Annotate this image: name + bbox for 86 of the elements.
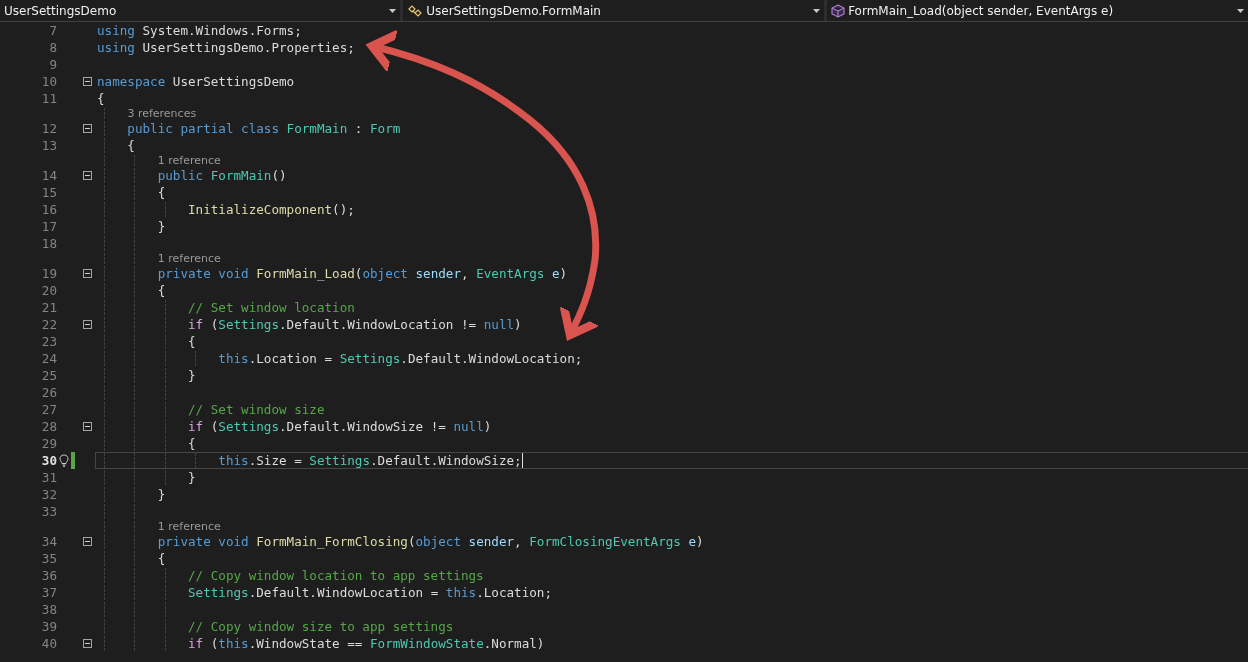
collapse-icon[interactable] bbox=[83, 77, 92, 86]
line-number: 17 bbox=[40, 219, 57, 234]
line-number: 16 bbox=[40, 202, 57, 217]
code-line: if (Settings.Default.WindowSize != null) bbox=[187, 419, 492, 434]
line-number: 30 bbox=[40, 453, 57, 468]
collapse-icon[interactable] bbox=[83, 124, 92, 133]
line-number: 25 bbox=[40, 368, 57, 383]
code-line: } bbox=[156, 487, 166, 502]
line-number: 27 bbox=[40, 402, 57, 417]
line-number: 14 bbox=[40, 168, 57, 183]
line-number: 39 bbox=[40, 619, 57, 634]
line-number: 37 bbox=[40, 585, 57, 600]
collapse-icon[interactable] bbox=[83, 171, 92, 180]
code-line: this.Location = Settings.Default.WindowLocation; bbox=[217, 351, 583, 366]
code-line: { bbox=[97, 91, 105, 106]
code-line: // Copy window size to app settings bbox=[187, 619, 454, 634]
code-line: using System.Windows.Forms; bbox=[97, 23, 302, 38]
line-number: 29 bbox=[40, 436, 57, 451]
code-line: } bbox=[156, 219, 166, 234]
code-line: namespace UserSettingsDemo bbox=[97, 74, 295, 89]
line-number: 22 bbox=[40, 317, 57, 332]
code-line: // Set window location bbox=[187, 300, 355, 315]
code-lens-references[interactable]: 1 reference bbox=[157, 520, 221, 533]
line-number: 28 bbox=[40, 419, 57, 434]
line-number: 12 bbox=[40, 121, 57, 136]
code-line: using UserSettingsDemo.Properties; bbox=[97, 40, 355, 55]
code-line: public FormMain() bbox=[156, 168, 287, 183]
line-number: 9 bbox=[48, 57, 57, 72]
line-number: 40 bbox=[40, 636, 57, 651]
line-number: 18 bbox=[40, 236, 57, 251]
line-number: 21 bbox=[40, 300, 57, 315]
code-line: } bbox=[187, 470, 196, 485]
collapse-icon[interactable] bbox=[83, 422, 92, 431]
line-number: 20 bbox=[40, 283, 57, 298]
dropdown-caret-icon bbox=[813, 8, 821, 13]
code-line: private void FormMain_Load(object sender, EventArgs e) bbox=[156, 266, 568, 281]
line-number: 8 bbox=[48, 40, 57, 55]
navigation-dropdown[interactable]: UserSettingsDemo bbox=[0, 0, 401, 21]
collapse-icon[interactable] bbox=[83, 639, 92, 648]
cube-icon bbox=[831, 3, 846, 18]
code-line: this.Size = Settings.Default.WindowSize; bbox=[217, 453, 522, 468]
navigation-dropdown[interactable]: UserSettingsDemo.FormMain bbox=[403, 0, 825, 21]
line-number: 38 bbox=[40, 602, 57, 617]
code-line: { bbox=[156, 551, 166, 566]
navigation-dropdown[interactable]: FormMain_Load(object sender, EventArgs e) bbox=[827, 0, 1248, 21]
code-line: Settings.Default.WindowLocation = this.Location; bbox=[187, 585, 552, 600]
line-number: 11 bbox=[40, 91, 57, 106]
code-line: { bbox=[126, 138, 135, 153]
collapse-icon[interactable] bbox=[83, 269, 92, 278]
code-line: { bbox=[156, 185, 166, 200]
text-caret bbox=[521, 453, 523, 468]
line-number: 23 bbox=[40, 334, 57, 349]
line-number: 13 bbox=[40, 138, 57, 153]
line-number: 36 bbox=[40, 568, 57, 583]
lightbulb-icon[interactable] bbox=[59, 454, 69, 467]
line-number: 34 bbox=[40, 534, 57, 549]
line-number: 31 bbox=[40, 470, 57, 485]
line-number: 26 bbox=[40, 385, 57, 400]
class-icon bbox=[407, 3, 424, 18]
code-line: { bbox=[187, 334, 196, 349]
code-line: if (Settings.Default.WindowLocation != null) bbox=[187, 317, 522, 332]
code-line: if (this.WindowState == FormWindowState.Normal) bbox=[187, 636, 545, 651]
code-line: InitializeComponent(); bbox=[187, 202, 355, 217]
line-number: 15 bbox=[40, 185, 57, 200]
line-number: 7 bbox=[48, 23, 57, 38]
collapse-icon[interactable] bbox=[83, 320, 92, 329]
code-line: // Copy window location to app settings bbox=[187, 568, 484, 583]
collapse-icon[interactable] bbox=[83, 537, 92, 546]
line-number: 35 bbox=[40, 551, 57, 566]
change-marker bbox=[71, 452, 75, 469]
code-line: { bbox=[156, 283, 166, 298]
line-number: 19 bbox=[40, 266, 57, 281]
line-number: 32 bbox=[40, 487, 57, 502]
line-number: 10 bbox=[40, 74, 57, 89]
code-line: public partial class FormMain : Form bbox=[126, 121, 401, 136]
code-lens-references[interactable]: 1 reference bbox=[157, 252, 221, 265]
line-number: 33 bbox=[40, 504, 57, 519]
code-lens-references[interactable]: 1 reference bbox=[157, 154, 221, 167]
code-line: private void FormMain_FormClosing(object sender, FormClosingEventArgs e) bbox=[156, 534, 704, 549]
code-lens-references[interactable]: 3 references bbox=[127, 107, 197, 120]
dropdown-caret-icon bbox=[1237, 8, 1244, 13]
line-number: 24 bbox=[40, 351, 57, 366]
dropdown-caret-icon bbox=[389, 8, 397, 13]
code-line: } bbox=[187, 368, 196, 383]
code-line: // Set window size bbox=[187, 402, 325, 417]
code-line: { bbox=[187, 436, 196, 451]
